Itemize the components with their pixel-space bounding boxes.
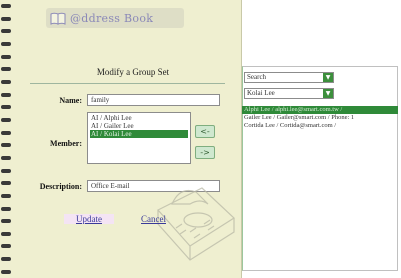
- member-item[interactable]: AI / Kolai Lee: [90, 130, 188, 138]
- binder-ring: [1, 231, 11, 236]
- member-label: Member:: [50, 139, 82, 148]
- contact-picker-frame: Search ▼ Kolai Lee ▼: [242, 66, 398, 271]
- binder-ring: [1, 269, 11, 274]
- binder-ring: [1, 181, 11, 186]
- binder-ring: [1, 143, 11, 148]
- contact-item[interactable]: Gailer Lee / Gailer@smart.com / Phone: 1: [242, 114, 398, 122]
- member-item[interactable]: AI / Gailer Lee: [90, 122, 188, 130]
- telephone-illustration: [157, 187, 235, 261]
- update-link[interactable]: Update: [64, 214, 114, 224]
- filter-select-value: Search: [247, 73, 267, 81]
- group-select-value: Kolai Lee: [247, 89, 275, 97]
- contact-list[interactable]: Alphi Lee / alphi.lee@smart.com.tw / Gai…: [242, 106, 398, 130]
- name-label: Name:: [59, 96, 82, 105]
- binder-ring: [1, 130, 11, 135]
- contact-picker-panel: Search ▼ Kolai Lee ▼ Alphi Lee / alphi.l…: [242, 0, 401, 278]
- cancel-link[interactable]: Cancel: [141, 214, 166, 224]
- add-member-button[interactable]: <-: [195, 125, 215, 138]
- contact-item[interactable]: Alphi Lee / alphi.lee@smart.com.tw /: [242, 106, 398, 114]
- name-input[interactable]: family: [87, 94, 220, 106]
- binder-ring: [1, 206, 11, 211]
- book-icon: [50, 12, 66, 25]
- contact-item[interactable]: Cortida Lee / Cortida@smart.com /: [242, 122, 398, 130]
- title-divider: [30, 83, 225, 84]
- address-book-panel: @ddress Book Modify a Group Set Name: fa…: [0, 0, 242, 278]
- member-list[interactable]: AI / Alphi Lee AI / Gailer Lee AI / Kola…: [87, 112, 191, 164]
- remove-member-button[interactable]: ->: [195, 146, 215, 159]
- group-select[interactable]: Kolai Lee ▼: [244, 88, 334, 99]
- binder-ring: [1, 41, 11, 46]
- chevron-down-icon[interactable]: ▼: [323, 73, 333, 82]
- binder-ring: [1, 155, 11, 160]
- chevron-down-icon[interactable]: ▼: [323, 89, 333, 98]
- binder-ring: [1, 219, 11, 224]
- app-logo: @ddress Book: [46, 8, 184, 28]
- binder-ring: [1, 244, 11, 249]
- binder-ring: [1, 4, 11, 8]
- binder-ring: [1, 67, 11, 72]
- member-item[interactable]: AI / Alphi Lee: [90, 114, 188, 122]
- binder-ring: [1, 54, 11, 59]
- binder-ring: [1, 92, 11, 97]
- binder-ring: [1, 105, 11, 110]
- binder-rings: [0, 4, 12, 274]
- form-title: Modify a Group Set: [96, 67, 170, 77]
- description-label: Description:: [39, 182, 82, 191]
- binder-ring: [1, 16, 11, 21]
- binder-ring: [1, 168, 11, 173]
- binder-ring: [1, 193, 11, 198]
- binder-ring: [1, 117, 11, 122]
- binder-ring: [1, 79, 11, 84]
- filter-select[interactable]: Search ▼: [244, 72, 334, 83]
- app-title: @ddress Book: [70, 11, 154, 25]
- binder-ring: [1, 29, 11, 34]
- binder-ring: [1, 257, 11, 262]
